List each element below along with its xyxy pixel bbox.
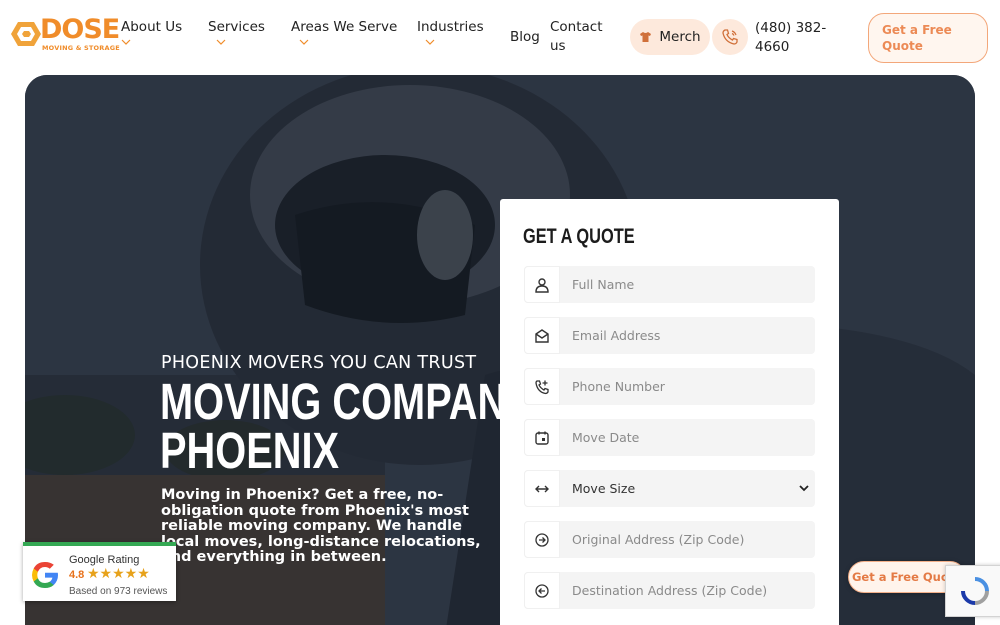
- user-icon: [524, 266, 560, 303]
- move-date-field: [524, 419, 815, 456]
- destination-address-field: [524, 572, 815, 609]
- location-arrow-icon: [524, 572, 560, 609]
- calendar-icon: [524, 419, 560, 456]
- google-rating-badge[interactable]: Google Rating 4.8 ★★★★★ Based on 973 rev…: [23, 542, 176, 601]
- nav-services[interactable]: Services: [208, 19, 265, 45]
- nav-contact-us[interactable]: Contact us: [550, 18, 610, 56]
- quote-form: GET A QUOTE Move Size: [500, 199, 839, 625]
- recaptcha-icon: [961, 577, 989, 605]
- envelope-icon: [524, 317, 560, 354]
- origin-address-field: [524, 521, 815, 558]
- phone-input[interactable]: [560, 368, 815, 405]
- recaptcha-badge[interactable]: [945, 565, 1000, 617]
- nav-areas-we-serve[interactable]: Areas We Serve: [291, 19, 397, 45]
- nav-services-label: Services: [208, 19, 265, 35]
- quote-form-title: GET A QUOTE: [523, 225, 635, 248]
- full-name-input[interactable]: [560, 266, 815, 303]
- hero-description: Moving in Phoenix? Get a free, no-obliga…: [161, 487, 481, 566]
- chevron-down-icon: [121, 39, 131, 45]
- email-field: [524, 317, 815, 354]
- chevron-down-icon: [299, 39, 309, 45]
- move-size-select[interactable]: Move Size: [560, 470, 815, 507]
- nav-blog[interactable]: Blog: [510, 29, 540, 45]
- get-free-quote-button[interactable]: Get a Free Quote: [868, 13, 988, 63]
- nav-about-us-label: About Us: [121, 19, 183, 35]
- merch-button[interactable]: Merch: [630, 19, 710, 55]
- google-rating-stars: ★★★★★: [87, 566, 150, 582]
- nav-about-us[interactable]: About Us: [121, 19, 182, 45]
- chevron-down-icon: [216, 39, 226, 45]
- origin-address-input[interactable]: [560, 521, 815, 558]
- move-date-input[interactable]: [560, 419, 815, 456]
- dose-logo[interactable]: DOSE MOVING & STORAGE: [10, 14, 125, 56]
- phone-icon: [722, 29, 738, 45]
- site-header: DOSE MOVING & STORAGE About Us Services …: [0, 0, 1000, 75]
- google-g-icon: [32, 562, 58, 588]
- arrows-horizontal-icon: [524, 470, 560, 507]
- google-rating-score: 4.8: [69, 569, 85, 581]
- google-review-count: Based on 973 reviews: [69, 586, 168, 597]
- phone-number-link[interactable]: (480) 382-4660: [755, 19, 845, 57]
- nav-industries-label: Industries: [417, 19, 484, 35]
- chevron-down-icon: [799, 485, 809, 492]
- tshirt-icon: [640, 32, 652, 42]
- logo-tagline: MOVING & STORAGE: [42, 44, 120, 52]
- phone-plus-icon: [524, 368, 560, 405]
- move-size-field: Move Size: [524, 470, 815, 507]
- hero-title: MOVING COMPANY PHOENIX: [160, 373, 533, 479]
- destination-address-input[interactable]: [560, 572, 815, 609]
- full-name-field: [524, 266, 815, 303]
- move-size-value: Move Size: [572, 481, 636, 496]
- logo-wordmark: DOSE: [40, 14, 120, 45]
- chevron-down-icon: [425, 39, 435, 45]
- dose-logo-icon: [11, 22, 41, 46]
- location-arrow-icon: [524, 521, 560, 558]
- nav-industries[interactable]: Industries: [417, 19, 484, 45]
- nav-areas-label: Areas We Serve: [291, 19, 398, 35]
- phone-call-button[interactable]: [712, 19, 748, 55]
- hero-kicker: PHOENIX MOVERS YOU CAN TRUST: [161, 353, 477, 373]
- email-input[interactable]: [560, 317, 815, 354]
- hero-title-line-1: MOVING COMPANY: [160, 373, 533, 430]
- phone-field: [524, 368, 815, 405]
- merch-label: Merch: [659, 29, 701, 45]
- google-rating-label: Google Rating: [69, 554, 140, 566]
- hero-title-line-2: PHOENIX: [160, 422, 340, 479]
